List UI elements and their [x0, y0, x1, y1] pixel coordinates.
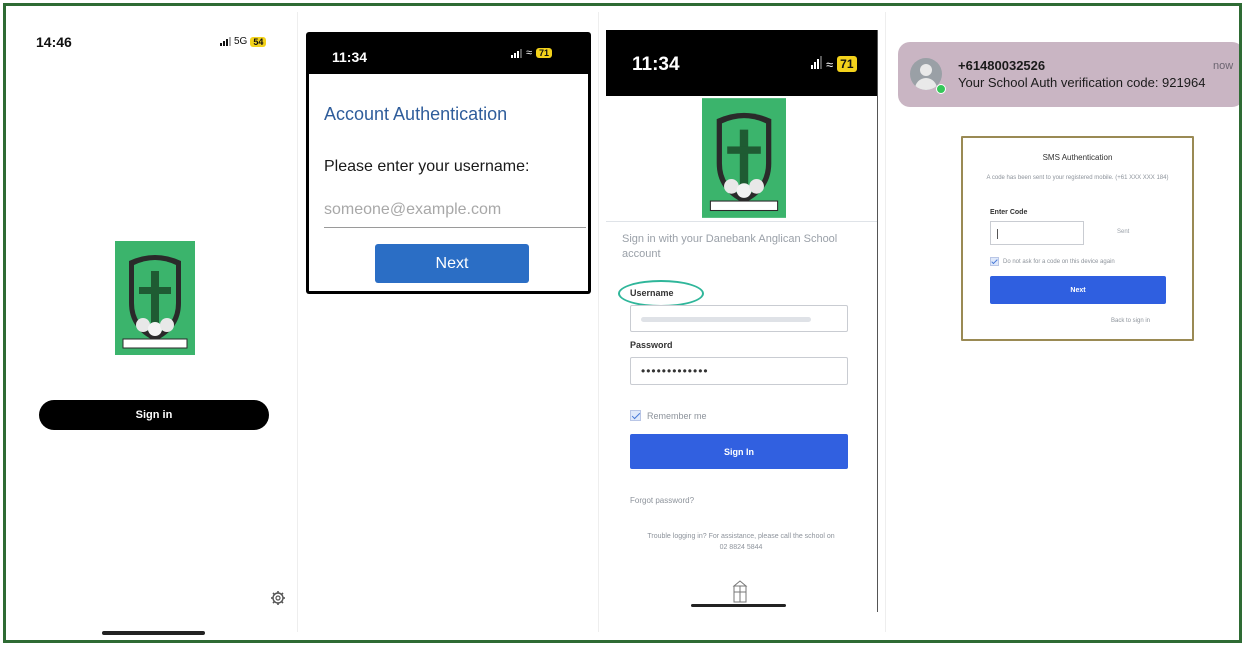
sign-in-button[interactable]: Sign In [630, 434, 848, 469]
header-divider [606, 221, 877, 222]
battery-icon: 71 [536, 48, 553, 58]
text-cursor [997, 229, 998, 239]
status-time: 11:34 [632, 54, 680, 75]
gear-icon[interactable] [270, 590, 286, 606]
signal-icon [811, 55, 822, 69]
battery-icon: 54 [250, 36, 267, 47]
password-field[interactable] [630, 357, 848, 385]
help-text: Trouble logging in? For assistance, plea… [647, 533, 835, 551]
status-icons: ≈ 71 [811, 55, 857, 72]
notification-message: Your School Auth verification code: 9219… [958, 75, 1206, 90]
next-button[interactable]: Next [375, 244, 529, 283]
screenshot-frame: 14:46 5G 54 Sign in 11:34 ≈ 71 Account A… [3, 3, 1242, 643]
wifi-icon: ≈ [526, 47, 533, 59]
account-authentication-screen: 11:34 ≈ 71 Account Authentication Please… [306, 32, 591, 294]
school-sign-in-screen: 11:34 ≈ 71 Sign in with your Danebank An… [606, 30, 878, 612]
school-building-icon [732, 580, 748, 603]
status-icons: ≈ 71 [511, 47, 553, 59]
battery-icon: 71 [837, 56, 857, 72]
sign-in-button[interactable]: Sign in [39, 400, 269, 430]
notification-sender: +61480032526 [958, 58, 1046, 73]
status-icons: 5G 54 [220, 36, 267, 47]
status-time: 14:46 [36, 34, 72, 50]
home-indicator[interactable] [102, 631, 205, 635]
signal-icon [511, 48, 522, 58]
checkbox-checked-icon[interactable] [990, 257, 999, 266]
panel-divider [598, 12, 599, 632]
remember-me-label: Remember me [647, 410, 707, 421]
sign-in-intro: Sign in with your Danebank Anglican Scho… [622, 233, 838, 260]
sent-status: Sent [1117, 229, 1130, 235]
card-subtitle: A code has been sent to your registered … [986, 175, 1169, 181]
network-type: 5G [234, 36, 248, 47]
checkbox-checked-icon[interactable] [630, 410, 641, 421]
wifi-icon: ≈ [826, 56, 834, 72]
status-bar: 11:34 ≈ 71 [606, 30, 877, 96]
home-indicator[interactable] [691, 604, 786, 607]
card-title: SMS Authentication [1042, 153, 1113, 162]
next-button[interactable]: Next [990, 276, 1166, 304]
app-launch-screen: 14:46 5G 54 Sign in [12, 12, 297, 640]
code-input[interactable] [990, 221, 1084, 245]
code-label: Enter Code [990, 209, 1028, 216]
panel-divider [885, 12, 886, 632]
remember-me-checkbox[interactable]: Remember me [630, 410, 707, 421]
username-prompt: Please enter your username: [324, 158, 530, 175]
remember-device-checkbox[interactable]: Do not ask for a code on this device aga… [990, 257, 1115, 266]
sms-authentication-card: SMS Authentication A code has been sent … [961, 136, 1194, 341]
notification-time: now [1213, 60, 1234, 72]
sms-notification[interactable]: +61480032526 now Your School Auth verifi… [898, 42, 1239, 107]
signal-icon [220, 37, 231, 46]
panel-divider [297, 12, 298, 632]
status-time: 11:34 [332, 49, 368, 65]
back-to-sign-in-link[interactable]: Back to sign in [1111, 318, 1150, 324]
remember-device-label: Do not ask for a code on this device aga… [1003, 258, 1115, 265]
messages-badge-icon [936, 84, 946, 94]
school-crest-logo [702, 98, 786, 218]
school-crest-logo [115, 241, 195, 355]
username-field-redacted[interactable] [630, 305, 848, 332]
password-label: Password [630, 340, 673, 350]
username-input[interactable] [324, 192, 586, 228]
redacted-text [641, 306, 837, 333]
page-title: Account Authentication [324, 104, 508, 124]
username-label: Username [630, 288, 674, 298]
forgot-password-link[interactable]: Forgot password? [630, 496, 694, 505]
auth-card: Account Authentication Please enter your… [309, 74, 588, 291]
